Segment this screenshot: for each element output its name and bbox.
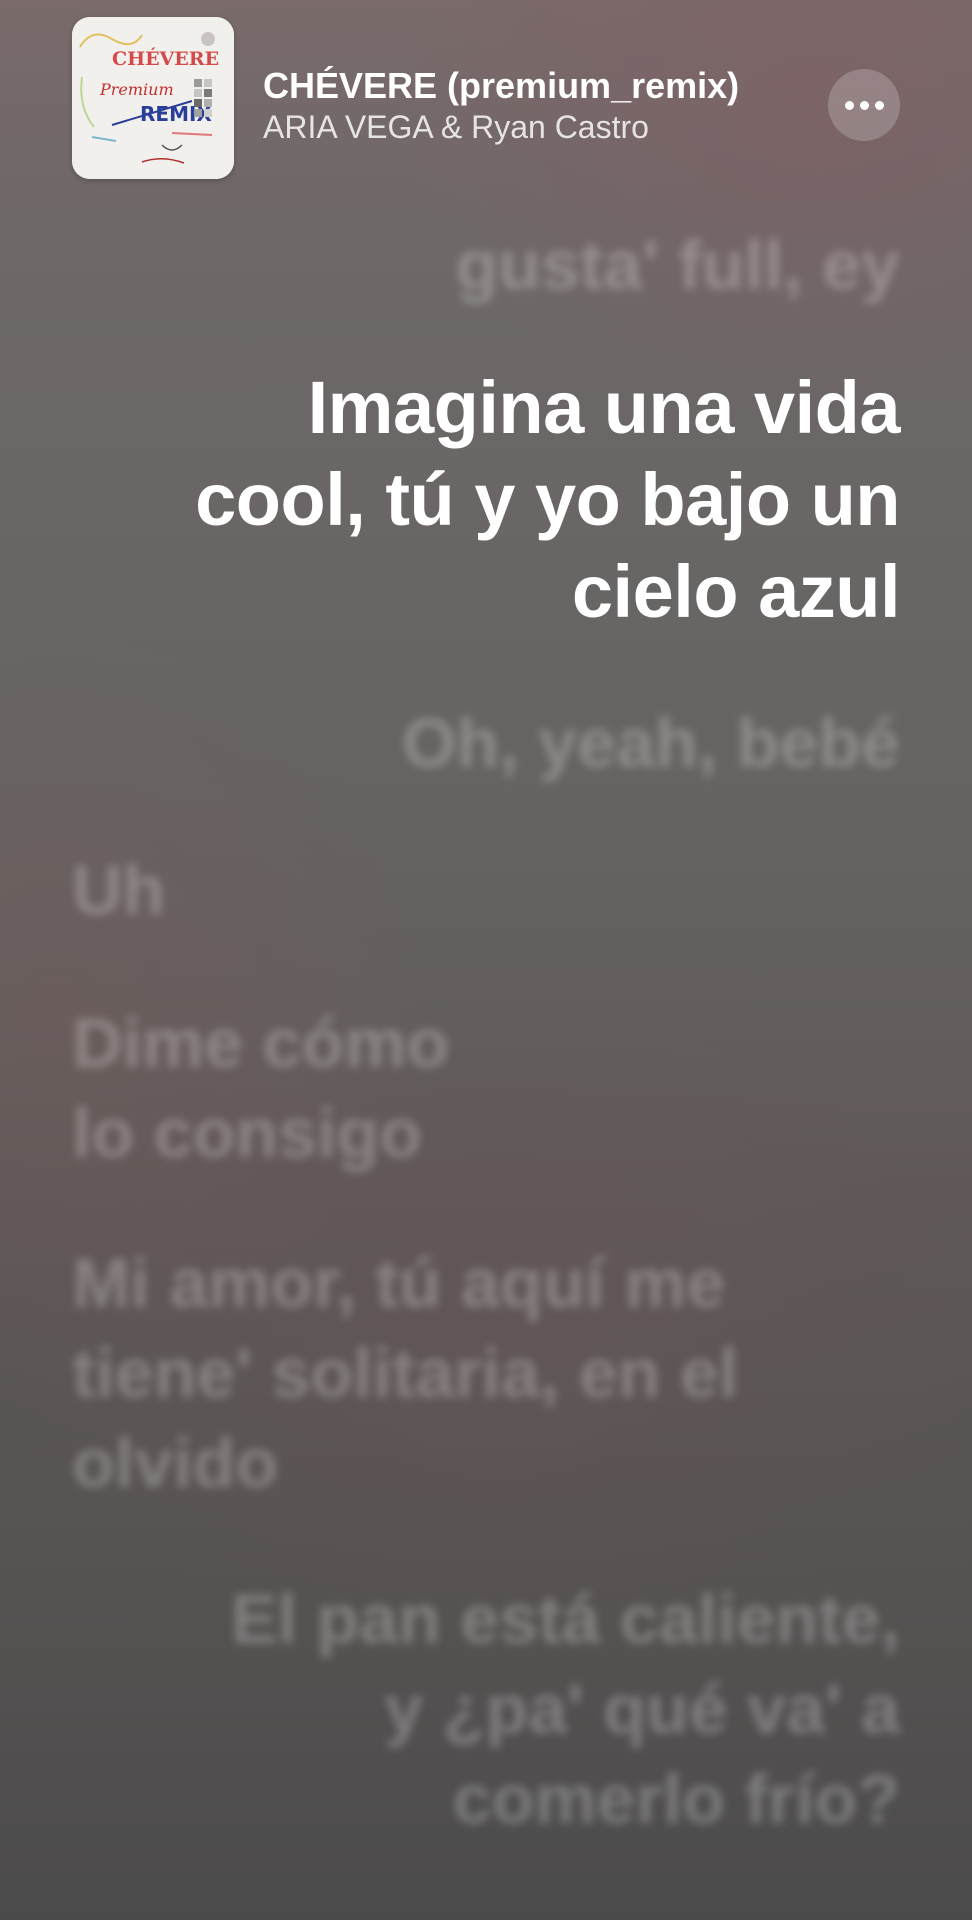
lyric-current-line-2: cool, tú y yo bajo un	[195, 458, 900, 541]
lyric-line-previous[interactable]: gusta' full, ey	[455, 220, 900, 310]
lyric-line-next-3[interactable]: Dime cómo lo consigo	[72, 998, 449, 1178]
lyric-line-next-5[interactable]: El pan está caliente, y ¿pa' qué va' a c…	[231, 1574, 900, 1844]
lyric-line-next-4[interactable]: Mi amor, tú aquí me tiene' solitaria, en…	[72, 1238, 738, 1508]
track-info[interactable]: CHÉVERE (premium_remix) ARIA VEGA & Ryan…	[263, 65, 783, 147]
track-title: CHÉVERE (premium_remix)	[263, 65, 740, 106]
lyric-current-line-3: cielo azul	[571, 550, 901, 633]
lyric-line-current[interactable]: Imagina una vida cool, tú y yo bajo un c…	[195, 362, 900, 638]
more-options-button[interactable]	[828, 69, 900, 141]
ellipsis-horizontal-icon	[844, 100, 884, 110]
lyric-line-next-1[interactable]: Oh, yeah, bebé	[402, 698, 900, 788]
album-artwork-image: CHÉVERE Premium REMIX	[72, 17, 234, 179]
track-artist: ARIA VEGA & Ryan Castro	[263, 109, 649, 145]
now-playing-header: CHÉVERE Premium REMIX CHÉVERE (premium_r…	[72, 17, 900, 181]
lyric-current-line-1: Imagina una vida	[307, 366, 901, 449]
svg-text:Premium: Premium	[99, 80, 174, 99]
album-artwork[interactable]: CHÉVERE Premium REMIX	[72, 17, 234, 179]
svg-text:CHÉVERE: CHÉVERE	[112, 47, 219, 70]
lyric-line-next-2[interactable]: Uh	[72, 845, 165, 935]
